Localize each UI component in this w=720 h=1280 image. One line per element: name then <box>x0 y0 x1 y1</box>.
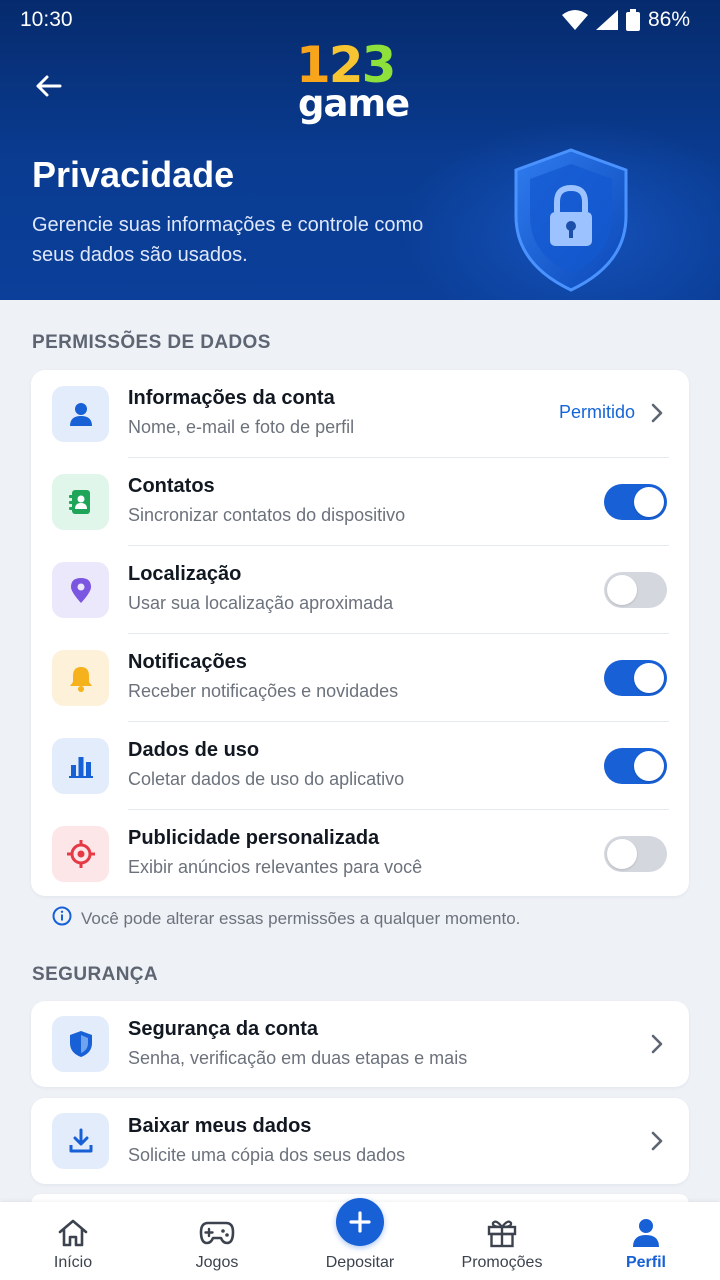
status-time: 10:30 <box>20 8 73 31</box>
permissions-note: Você pode alterar essas permissões a qua… <box>52 906 520 931</box>
toggle-knob <box>634 663 664 693</box>
gift-icon <box>484 1216 520 1250</box>
permission-row-location: Localização Usar sua localização aproxim… <box>31 546 689 634</box>
battery-icon <box>625 9 640 31</box>
nav-item-profile[interactable]: Perfil <box>586 1202 706 1280</box>
personalized-ads-toggle[interactable] <box>604 836 667 872</box>
chevron-right-icon <box>651 1131 663 1156</box>
nav-label: Início <box>53 1254 93 1271</box>
status-bar: 10:30 86% <box>0 0 720 40</box>
header: 10:30 86% 123 game Privacidade Gerencie … <box>0 0 720 300</box>
permission-title: Localização <box>128 563 242 585</box>
permission-title: Notificações <box>128 651 247 673</box>
permission-title: Publicidade personalizada <box>128 827 380 849</box>
download-data-card[interactable]: Baixar meus dados Solicite uma cópia dos… <box>31 1098 689 1184</box>
permission-title: Dados de uso <box>128 739 260 761</box>
permission-subtitle: Coletar dados de uso do aplicativo <box>128 769 405 789</box>
chevron-right-icon <box>651 403 663 428</box>
usage-data-toggle[interactable] <box>604 748 667 784</box>
bar-chart-icon <box>52 738 109 794</box>
home-icon <box>55 1216 91 1250</box>
status-icons: 86% <box>561 8 690 32</box>
security-subtitle: Solicite uma cópia dos seus dados <box>128 1145 406 1165</box>
permission-row-contacts: Contatos Sincronizar contatos do disposi… <box>31 458 689 546</box>
nav-item-games[interactable]: Jogos <box>157 1202 277 1280</box>
permission-subtitle: Usar sua localização aproximada <box>128 593 394 613</box>
toggle-knob <box>634 751 664 781</box>
person-icon <box>52 386 109 442</box>
permission-row-personalized-ads: Publicidade personalizada Exibir anúncio… <box>31 810 689 898</box>
chevron-right-icon <box>651 1034 663 1059</box>
nav-label: Depositar <box>325 1254 395 1271</box>
permission-row-account-info[interactable]: Informações da conta Nome, e-mail e foto… <box>31 370 689 458</box>
page-title: Privacidade <box>32 154 235 195</box>
plus-icon[interactable] <box>336 1198 384 1246</box>
account-security-card[interactable]: Segurança da conta Senha, verificação em… <box>31 1001 689 1087</box>
security-subtitle: Senha, verificação em duas etapas e mais <box>128 1048 468 1068</box>
shield-lock-illustration <box>506 146 636 296</box>
info-icon <box>52 906 72 931</box>
permission-title: Contatos <box>128 475 215 497</box>
nav-label: Jogos <box>195 1254 239 1271</box>
contacts-book-icon <box>52 474 109 530</box>
battery-level: 86% <box>647 8 690 31</box>
nav-item-promotions[interactable]: Promoções <box>442 1202 562 1280</box>
permission-subtitle: Sincronizar contatos do dispositivo <box>128 505 406 525</box>
permission-row-usage-data: Dados de uso Coletar dados de uso do apl… <box>31 722 689 810</box>
bottom-navigation: Início Jogos Depositar Promoções Perfil <box>0 1198 720 1280</box>
wifi-icon <box>561 10 588 30</box>
shield-icon <box>52 1016 109 1072</box>
security-title: Baixar meus dados <box>128 1115 312 1137</box>
security-title: Segurança da conta <box>128 1018 319 1040</box>
location-toggle[interactable] <box>604 572 667 608</box>
permissions-card: Informações da conta Nome, e-mail e foto… <box>31 370 689 896</box>
download-icon <box>52 1113 109 1169</box>
permission-row-notifications: Notificações Receber notificações e novi… <box>31 634 689 722</box>
gamepad-icon <box>199 1216 235 1250</box>
permissions-note-text: Você pode alterar essas permissões a qua… <box>81 908 521 928</box>
toggle-knob <box>607 575 637 605</box>
permission-title: Informações da conta <box>128 387 335 409</box>
signal-icon <box>595 10 618 30</box>
nav-item-deposit[interactable]: Depositar <box>300 1198 420 1280</box>
app-logo: 123 game <box>296 40 420 125</box>
back-button[interactable] <box>26 64 70 108</box>
permission-status-link[interactable]: Permitido <box>559 402 635 423</box>
nav-label: Promoções <box>461 1254 543 1271</box>
security-row-download[interactable]: Baixar meus dados Solicite uma cópia dos… <box>31 1098 689 1184</box>
notifications-toggle[interactable] <box>604 660 667 696</box>
toggle-knob <box>634 487 664 517</box>
permissions-section-label: PERMISSÕES DE DADOS <box>32 332 271 353</box>
contacts-toggle[interactable] <box>604 484 667 520</box>
profile-icon <box>628 1216 664 1250</box>
toggle-knob <box>607 839 637 869</box>
permission-subtitle: Nome, e-mail e foto de perfil <box>128 417 355 437</box>
page-subtitle: Gerencie suas informações e controle com… <box>32 214 424 266</box>
location-pin-icon <box>52 562 109 618</box>
permission-subtitle: Receber notificações e novidades <box>128 681 399 701</box>
bell-icon <box>52 650 109 706</box>
security-section-label: SEGURANÇA <box>32 964 159 985</box>
nav-label: Perfil <box>625 1254 666 1271</box>
permission-subtitle: Exibir anúncios relevantes para você <box>128 857 423 877</box>
target-icon <box>52 826 109 882</box>
logo-word: game <box>298 82 410 125</box>
nav-item-home[interactable]: Início <box>13 1202 133 1280</box>
back-arrow-icon <box>36 75 62 97</box>
security-row-account[interactable]: Segurança da conta Senha, verificação em… <box>31 1001 689 1087</box>
